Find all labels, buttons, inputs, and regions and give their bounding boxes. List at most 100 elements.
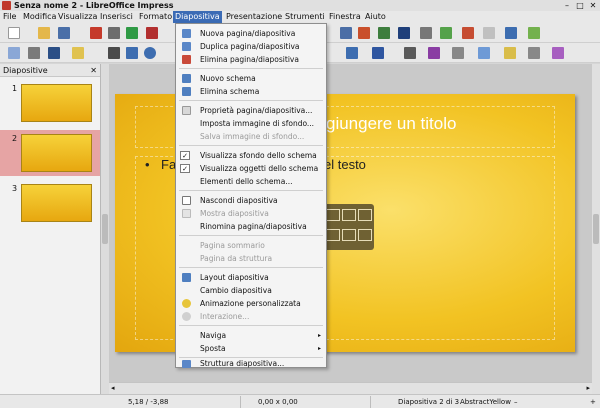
checkbox-checked[interactable]: ✓	[180, 151, 190, 160]
slide-thumbnail-selected[interactable]: 2	[0, 130, 100, 176]
menu-aiuto[interactable]: Aiuto	[365, 11, 386, 23]
menu-item-summary-slide: Pagina sommario	[200, 241, 265, 250]
minimize-button[interactable]: –	[562, 0, 572, 11]
export-pdf-icon[interactable]	[90, 27, 102, 39]
line-icon[interactable]	[108, 47, 120, 59]
rectangle-icon[interactable]	[126, 47, 138, 59]
menu-file[interactable]: File	[3, 11, 16, 23]
gallery-icon[interactable]	[483, 27, 495, 39]
new-slide-icon	[182, 29, 191, 38]
new-document-icon[interactable]	[8, 27, 20, 39]
insert-image-icon[interactable]	[326, 229, 340, 241]
menu-item-master-elements[interactable]: Elementi dello schema...	[176, 175, 326, 188]
menu-item-delete-master[interactable]: Elimina schema	[176, 85, 326, 98]
delete-slide-icon	[182, 55, 191, 64]
window-title: Senza nome 2 - LibreOffice Impress	[14, 1, 174, 10]
zoom-out-button[interactable]: –	[514, 395, 518, 408]
slide-number: 3	[12, 184, 18, 193]
menu-item-duplicate-slide[interactable]: Duplica pagina/diapositiva	[176, 40, 326, 53]
align-icon[interactable]	[452, 47, 464, 59]
checkbox-checked[interactable]: ✓	[180, 164, 190, 173]
vertical-scrollbar[interactable]	[592, 64, 600, 394]
menu-item-slide-structure[interactable]: Struttura diapositiva...	[176, 360, 326, 368]
spellcheck-icon[interactable]	[126, 27, 138, 39]
menu-formato[interactable]: Formato	[139, 11, 172, 23]
menu-diapositiva[interactable]: Diapositiva	[173, 11, 222, 23]
pane-splitter[interactable]	[101, 64, 109, 394]
line-style-icon[interactable]	[48, 47, 60, 59]
table-icon[interactable]	[378, 27, 390, 39]
menu-item-set-background[interactable]: Imposta immagine di sfondo...	[176, 117, 326, 130]
callout-icon[interactable]	[346, 47, 358, 59]
insert-media-icon[interactable]	[342, 229, 356, 241]
menu-item-new-master[interactable]: Nuovo schema	[176, 72, 326, 85]
insert-chart-icon[interactable]	[342, 209, 356, 221]
title-bar: Senza nome 2 - LibreOffice Impress – □ ✕	[0, 0, 600, 11]
ellipse-icon[interactable]	[144, 47, 156, 59]
star-icon[interactable]	[372, 47, 384, 59]
scroll-right-icon[interactable]: ▸	[586, 384, 590, 392]
menu-divider	[179, 145, 323, 146]
menu-visualizza[interactable]: Visualizza	[58, 11, 97, 23]
menu-finestra[interactable]: Finestra	[329, 11, 361, 23]
select-arrow-icon[interactable]	[8, 47, 20, 59]
menu-item-show-master-background[interactable]: ✓ Visualizza sfondo dello schema	[176, 149, 326, 162]
rotate-icon[interactable]	[428, 47, 440, 59]
extension-icon[interactable]	[528, 27, 540, 39]
splitter-grip[interactable]	[102, 214, 108, 244]
arrange-icon[interactable]	[478, 47, 490, 59]
zoom-icon[interactable]	[28, 47, 40, 59]
extrusion-icon[interactable]	[504, 47, 516, 59]
menu-item-slide-layout[interactable]: Layout diapositiva	[176, 271, 326, 284]
sidebar-icon[interactable]	[505, 27, 517, 39]
menu-presentazione[interactable]: Presentazione	[226, 11, 282, 23]
chart-icon[interactable]	[358, 27, 370, 39]
menu-item-slide-properties[interactable]: Proprietà pagina/diapositiva...	[176, 104, 326, 117]
menu-item-hide-slide[interactable]: Nascondi diapositiva	[176, 194, 326, 207]
save-icon[interactable]	[58, 27, 70, 39]
close-pane-icon[interactable]: ✕	[90, 64, 97, 77]
menu-item-show-slide: Mostra diapositiva	[176, 207, 326, 220]
menu-inserisci[interactable]: Inserisci	[100, 11, 133, 23]
menu-strumenti[interactable]: Strumenti	[285, 11, 325, 23]
menu-modifica[interactable]: Modifica	[23, 11, 56, 23]
close-window-button[interactable]: ✕	[588, 0, 598, 11]
menu-item-rename-slide[interactable]: Rinomina pagina/diapositiva	[176, 220, 326, 233]
menu-item-custom-animation[interactable]: Animazione personalizzata	[176, 297, 326, 310]
effects-icon[interactable]	[552, 47, 564, 59]
fill-color-icon[interactable]	[72, 47, 84, 59]
image-icon[interactable]	[340, 27, 352, 39]
horizontal-scrollbar[interactable]: ◂ ▸	[109, 382, 592, 394]
menu-item-show-master-objects[interactable]: ✓ Visualizza oggetti dello schema	[176, 162, 326, 175]
menu-item-delete-slide[interactable]: Elimina pagina/diapositiva	[176, 53, 326, 66]
text-icon[interactable]	[404, 47, 416, 59]
zoom-in-button[interactable]: +	[590, 395, 596, 408]
menu-item-slide-transition[interactable]: Cambio diapositiva	[176, 284, 326, 297]
insert-video-icon[interactable]	[358, 229, 372, 241]
navigator-icon[interactable]	[440, 27, 452, 39]
fontwork-icon[interactable]	[398, 27, 410, 39]
open-folder-icon[interactable]	[38, 27, 50, 39]
submenu-arrow-icon: ▸	[317, 345, 321, 352]
maximize-button[interactable]: □	[575, 0, 585, 11]
help-icon[interactable]	[462, 27, 474, 39]
cut-icon[interactable]	[146, 27, 158, 39]
print-icon[interactable]	[108, 27, 120, 39]
scroll-grip[interactable]	[593, 214, 599, 244]
menu-item-move[interactable]: Sposta ▸	[176, 342, 326, 355]
insert-table-icon[interactable]	[326, 209, 340, 221]
scroll-left-icon[interactable]: ◂	[111, 384, 115, 392]
slide-thumbnail[interactable]: 3	[0, 180, 100, 226]
glue-points-icon[interactable]	[528, 47, 540, 59]
slide-indicator: Diapositiva 2 di 3	[398, 398, 460, 406]
menu-divider	[179, 68, 323, 69]
menu-item-new-slide[interactable]: Nuova pagina/diapositiva	[176, 27, 326, 40]
cursor-position: 5,18 / -3,88	[128, 398, 169, 406]
slide-thumbnail[interactable]: 1	[0, 80, 100, 126]
present-icon[interactable]	[420, 27, 432, 39]
menu-item-navigate[interactable]: Naviga ▸	[176, 329, 326, 342]
slide-preview	[21, 84, 92, 122]
bullet-glyph: •	[145, 157, 150, 172]
status-divider	[240, 396, 241, 408]
insert-bar-chart-icon[interactable]	[358, 209, 372, 221]
